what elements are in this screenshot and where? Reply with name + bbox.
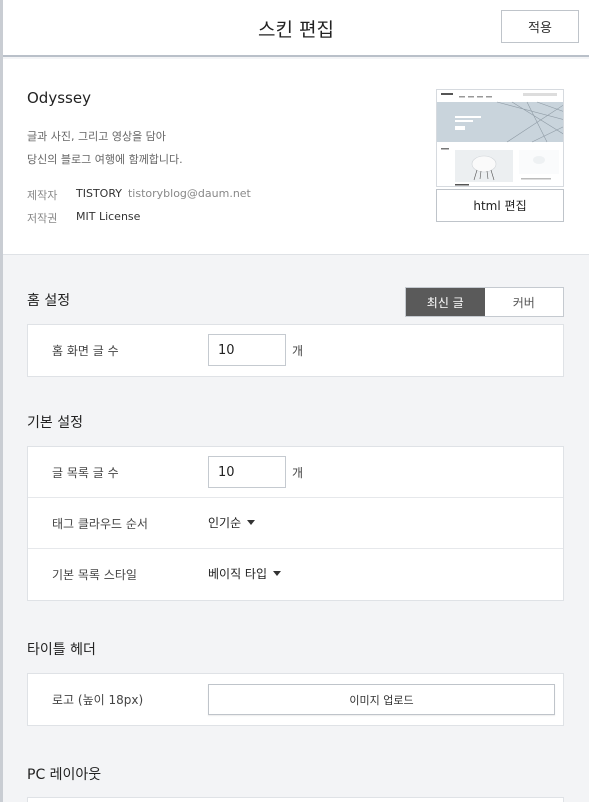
- tag-cloud-order-select[interactable]: 인기순: [208, 514, 256, 531]
- home-post-count-label: 홈 화면 글 수: [52, 344, 119, 358]
- caret-down-icon: [247, 520, 256, 525]
- logo-label: 로고 (높이 18px): [52, 693, 144, 707]
- home-post-count-input[interactable]: [208, 334, 286, 366]
- skin-description-line1: 글과 사진, 그리고 영상을 담아: [27, 130, 166, 143]
- toggle-latest-posts[interactable]: 최신 글: [406, 288, 485, 316]
- skin-name: Odyssey: [27, 89, 91, 107]
- skin-description-line2: 당신의 블로그 여행에 함께합니다.: [27, 153, 183, 166]
- list-style-value: 베이직 타입: [208, 567, 268, 581]
- list-post-count-label: 글 목록 글 수: [52, 466, 119, 480]
- basic-settings-title: 기본 설정: [27, 415, 83, 431]
- list-style-row: 기본 목록 스타일 베이직 타입: [28, 549, 563, 600]
- tag-cloud-order-label: 태그 클라우드 순서: [52, 517, 148, 531]
- caret-down-icon: [273, 571, 282, 576]
- home-display-toggle: 최신 글 커버: [405, 287, 564, 317]
- author-name: TISTORY: [76, 187, 122, 200]
- pc-layout-title: PC 레이아웃: [27, 767, 102, 783]
- pc-layout-card: [27, 797, 564, 802]
- html-edit-button[interactable]: html 편집: [436, 189, 564, 222]
- check-mark-annotation: [543, 239, 583, 269]
- license-value: MIT License: [76, 210, 141, 223]
- image-upload-button[interactable]: 이미지 업로드: [208, 684, 555, 715]
- license-label: 저작권: [27, 212, 58, 225]
- skin-preview-image: [437, 90, 563, 186]
- home-settings-title: 홈 설정: [27, 293, 71, 309]
- title-header-title: 타이틀 헤더: [27, 642, 96, 658]
- list-style-select[interactable]: 베이직 타입: [208, 565, 282, 582]
- skin-preview-thumbnail: [436, 89, 564, 187]
- home-post-count-row: 홈 화면 글 수 개: [28, 325, 563, 376]
- title-header-card: 로고 (높이 18px) 이미지 업로드: [27, 673, 564, 726]
- list-post-count-unit: 개: [292, 466, 304, 480]
- apply-button[interactable]: 적용: [501, 10, 579, 43]
- author-label: 제작자: [27, 189, 58, 202]
- author-value: TISTORY tistoryblog@daum.net: [76, 187, 251, 200]
- tag-cloud-order-value: 인기순: [208, 516, 242, 530]
- tag-cloud-order-row: 태그 클라우드 순서 인기순: [28, 498, 563, 549]
- home-post-count-unit: 개: [292, 344, 304, 358]
- list-post-count-input[interactable]: [208, 456, 286, 488]
- list-style-label: 기본 목록 스타일: [52, 568, 137, 582]
- toggle-cover[interactable]: 커버: [485, 288, 564, 316]
- home-settings-card: 홈 화면 글 수 개: [27, 324, 564, 377]
- skin-info-panel: Odyssey 글과 사진, 그리고 영상을 담아 당신의 블로그 여행에 함께…: [3, 59, 589, 255]
- logo-row: 로고 (높이 18px) 이미지 업로드: [28, 674, 563, 725]
- author-email: tistoryblog@daum.net: [127, 187, 251, 200]
- basic-settings-card: 글 목록 글 수 개 태그 클라우드 순서 인기순 기본 목록 스타일 베이직 …: [27, 446, 564, 601]
- list-post-count-row: 글 목록 글 수 개: [28, 447, 563, 498]
- header-bar: 스킨 편집 적용: [3, 0, 589, 57]
